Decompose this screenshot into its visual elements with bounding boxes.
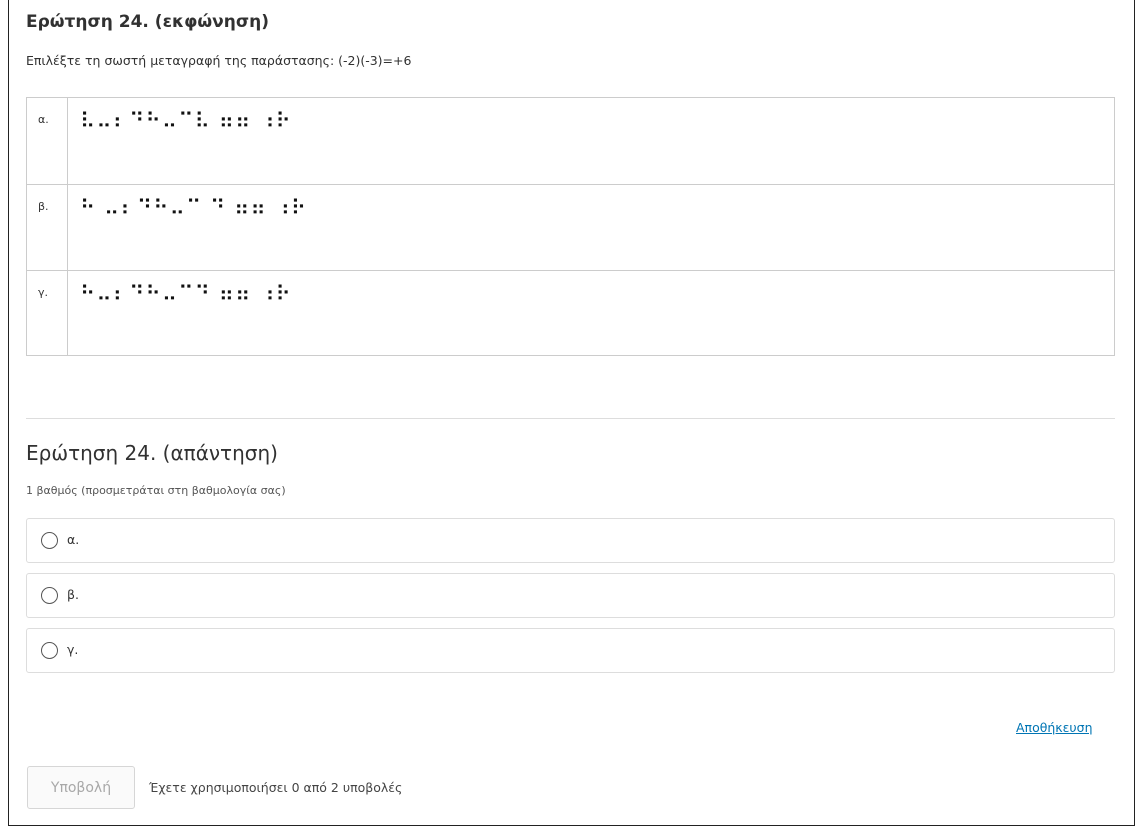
answer-option-label: β.: [67, 587, 79, 602]
radio-button[interactable]: [41, 587, 58, 604]
answer-option-label: γ.: [67, 642, 79, 657]
braille-text: ⠧⠤⠆⠙⠓⠤⠉⠧ ⠶⠶ ⠰⠗: [80, 109, 292, 133]
braille-option-row: γ. ⠓⠤⠆⠙⠓⠤⠉⠙ ⠶⠶ ⠰⠗: [27, 270, 1114, 356]
braille-options-table: α. ⠧⠤⠆⠙⠓⠤⠉⠧ ⠶⠶ ⠰⠗ β. ⠓ ⠤⠆⠙⠓⠤⠉ ⠙ ⠶⠶ ⠰⠗ γ.…: [26, 97, 1115, 356]
radio-button[interactable]: [41, 642, 58, 659]
answer-points: 1 βαθμός (προσμετράται στη βαθμολογία σα…: [26, 484, 286, 497]
braille-option-row: β. ⠓ ⠤⠆⠙⠓⠤⠉ ⠙ ⠶⠶ ⠰⠗: [27, 184, 1114, 270]
braille-text: ⠓ ⠤⠆⠙⠓⠤⠉ ⠙ ⠶⠶ ⠰⠗: [80, 196, 308, 220]
section-divider: [26, 418, 1115, 419]
braille-text: ⠓⠤⠆⠙⠓⠤⠉⠙ ⠶⠶ ⠰⠗: [80, 282, 292, 306]
answer-title: Ερώτηση 24. (απάντηση): [26, 441, 278, 465]
braille-option-label: α.: [38, 113, 49, 126]
answer-option-b[interactable]: β.: [26, 573, 1115, 618]
submit-button[interactable]: Υποβολή: [27, 766, 135, 809]
answer-option-c[interactable]: γ.: [26, 628, 1115, 673]
braille-option-row: α. ⠧⠤⠆⠙⠓⠤⠉⠧ ⠶⠶ ⠰⠗: [27, 98, 1114, 184]
braille-option-label: β.: [38, 200, 49, 213]
answer-option-label: α.: [67, 532, 80, 547]
save-link[interactable]: Αποθήκευση: [1016, 720, 1093, 735]
attempts-counter: Έχετε χρησιμοποιήσει 0 από 2 υποβολές: [149, 780, 403, 795]
question-title: Ερώτηση 24. (εκφώνηση): [26, 12, 269, 32]
question-prompt: Επιλέξτε τη σωστή μεταγραφή της παράστασ…: [26, 53, 412, 68]
answer-option-a[interactable]: α.: [26, 518, 1115, 563]
radio-button[interactable]: [41, 532, 58, 549]
braille-option-label: γ.: [38, 286, 49, 299]
